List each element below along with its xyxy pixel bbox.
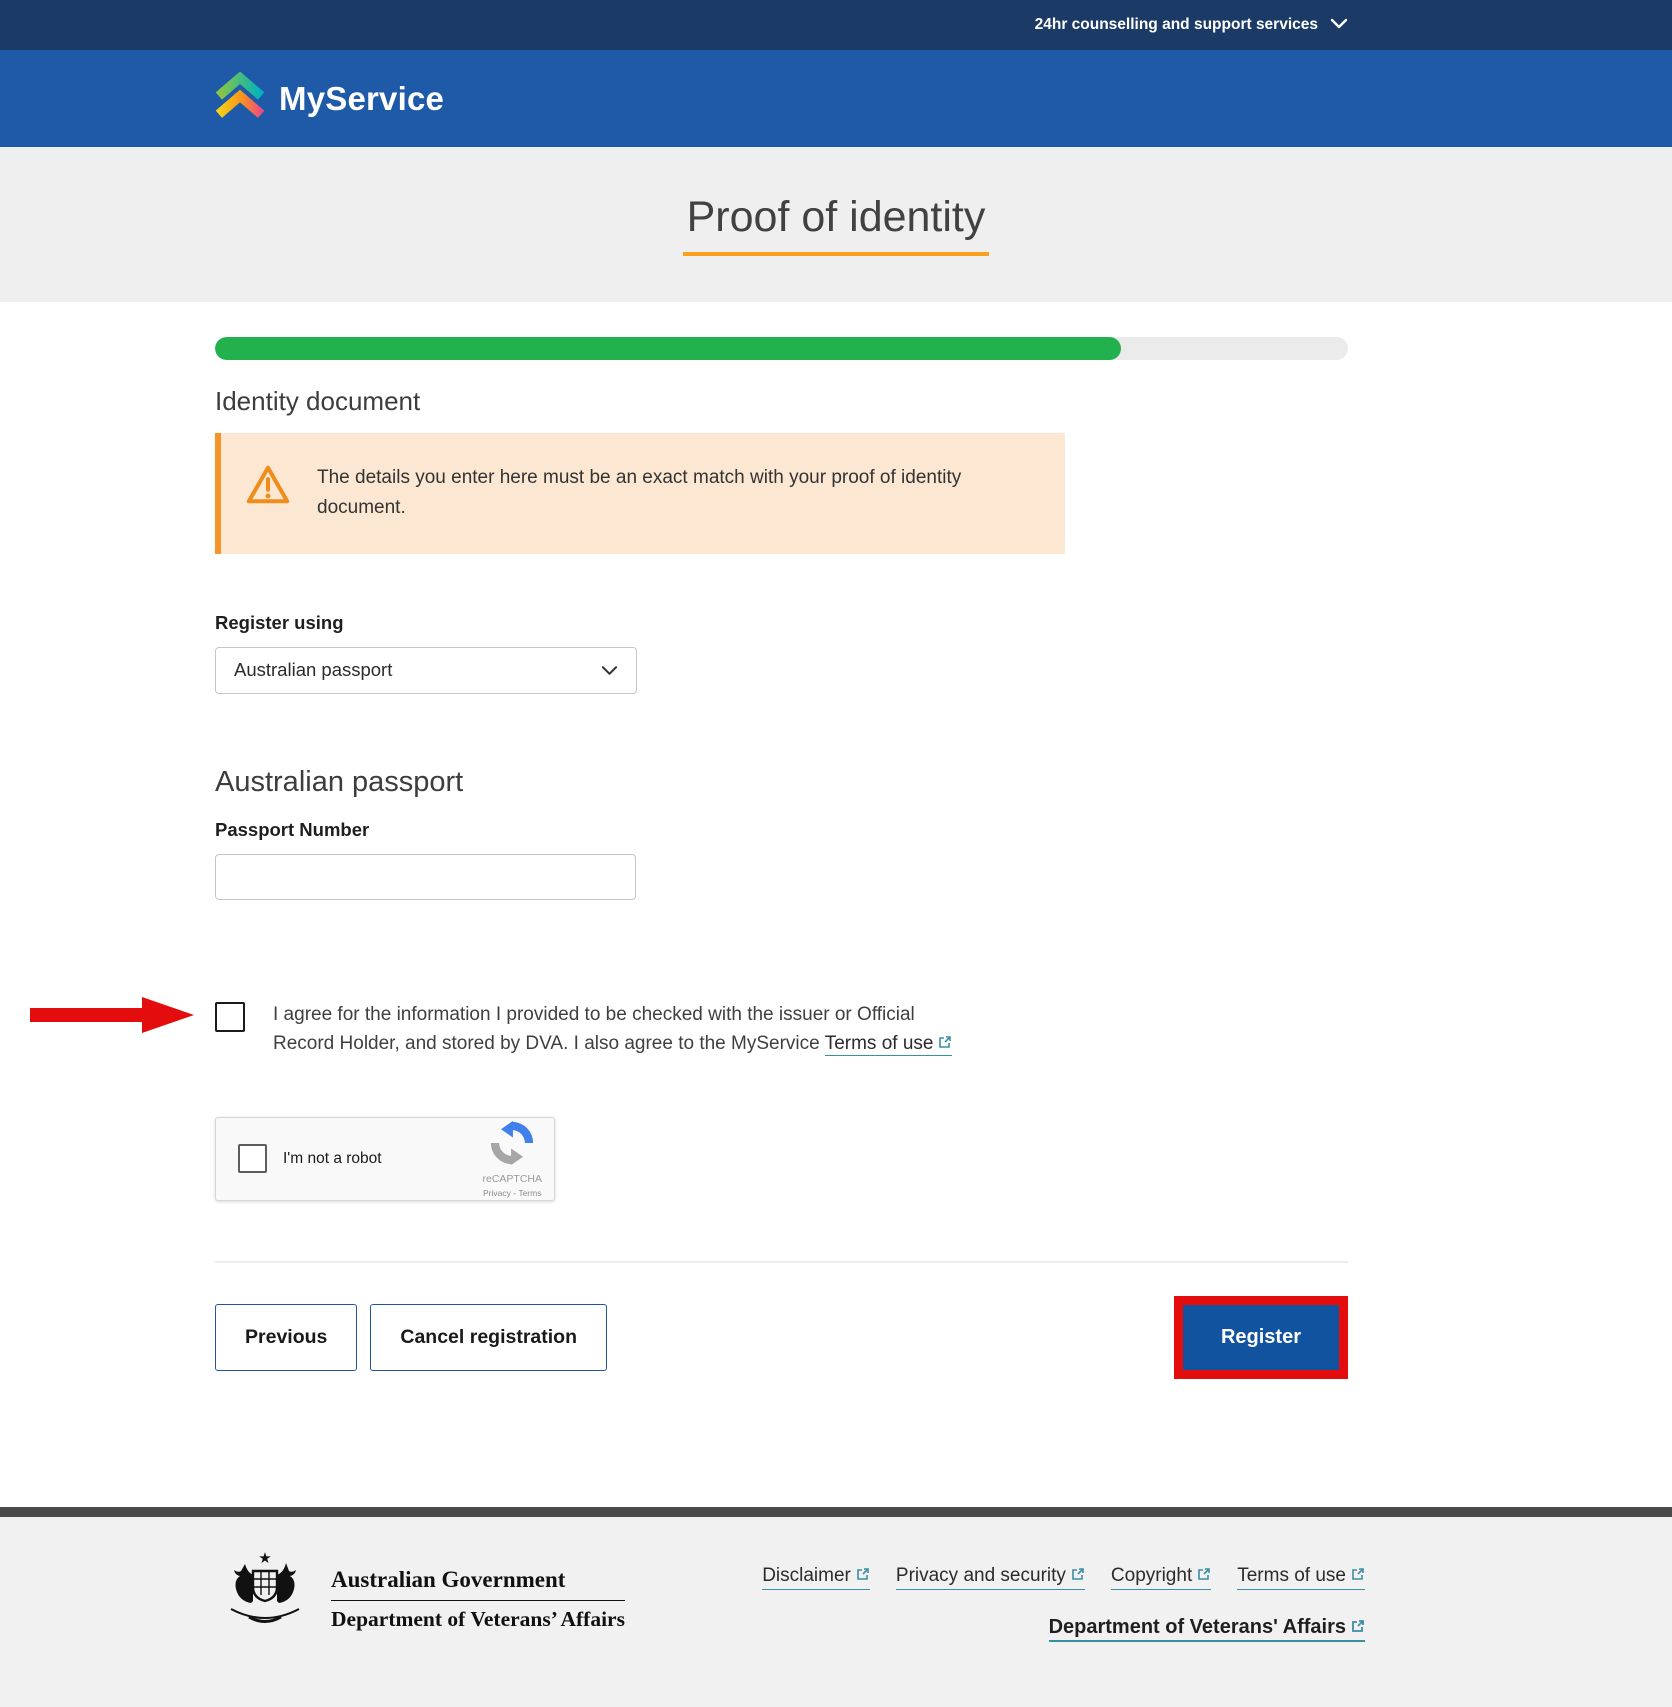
- external-link-icon: [1197, 1565, 1211, 1586]
- page-title: Proof of identity: [683, 193, 990, 256]
- svg-text:★: ★: [258, 1550, 271, 1567]
- recaptcha-label: I'm not a robot: [283, 1150, 482, 1168]
- previous-button[interactable]: Previous: [215, 1304, 357, 1371]
- coat-of-arms-icon: ★: [215, 1543, 315, 1656]
- register-using-select[interactable]: Australian passport: [215, 647, 637, 694]
- terms-of-use-footer-link[interactable]: Terms of use: [1237, 1565, 1365, 1590]
- terms-of-use-link[interactable]: Terms of use: [825, 1033, 953, 1056]
- recaptcha-terms-link[interactable]: Terms: [518, 1188, 541, 1198]
- passport-number-input[interactable]: [215, 854, 636, 900]
- identity-document-heading: Identity document: [215, 386, 1348, 417]
- recaptcha-brand-name: reCAPTCHA: [482, 1173, 542, 1185]
- top-bar: 24hr counselling and support services: [0, 0, 1672, 50]
- chevron-down-icon: [1330, 16, 1348, 34]
- cancel-registration-button[interactable]: Cancel registration: [370, 1304, 607, 1371]
- register-using-label: Register using: [215, 612, 1348, 634]
- passport-number-label: Passport Number: [215, 819, 1348, 841]
- dva-label: Department of Veterans’ Affairs: [331, 1601, 625, 1632]
- recaptcha-branding: reCAPTCHA Privacy - Terms: [482, 1120, 542, 1198]
- external-link-icon: [938, 1033, 952, 1054]
- section-divider: [215, 1261, 1348, 1263]
- support-services-label: 24hr counselling and support services: [1035, 16, 1318, 34]
- footer-divider-bar: [0, 1507, 1672, 1517]
- chevron-down-icon: [601, 659, 618, 681]
- footer-links: Disclaimer Privacy and security Copyrigh…: [762, 1543, 1365, 1656]
- main-content: Identity document The details you enter …: [215, 337, 1348, 1507]
- external-link-icon: [1351, 1616, 1365, 1638]
- recaptcha-checkbox[interactable]: [238, 1144, 267, 1173]
- warning-icon: [245, 463, 291, 524]
- privacy-and-security-link[interactable]: Privacy and security: [896, 1565, 1085, 1590]
- recaptcha-policy: Privacy - Terms: [483, 1188, 541, 1198]
- agreement-text: I agree for the information I provided t…: [273, 1000, 973, 1059]
- warning-text: The details you enter here must be an ex…: [317, 463, 1017, 524]
- external-link-icon: [1351, 1565, 1365, 1586]
- register-using-selected-value: Australian passport: [234, 659, 392, 681]
- australian-government-brand: ★ Australian Government Department of Ve…: [215, 1543, 625, 1656]
- recaptcha-logo-icon: [489, 1120, 535, 1171]
- myservice-home-link[interactable]: MyService: [215, 72, 444, 125]
- annotation-arrow-icon: [30, 996, 196, 1039]
- register-button[interactable]: Register: [1183, 1305, 1339, 1370]
- copyright-link[interactable]: Copyright: [1111, 1565, 1211, 1590]
- myservice-logo-icon: [215, 72, 265, 125]
- recaptcha-widget: I'm not a robot reCAPTCHA Privacy - Term…: [215, 1117, 555, 1201]
- progress-bar: [215, 337, 1348, 360]
- external-link-icon: [856, 1565, 870, 1586]
- agreement-checkbox[interactable]: [215, 1002, 245, 1032]
- form-actions: Previous Cancel registration Register: [215, 1296, 1348, 1379]
- passport-section-heading: Australian passport: [215, 766, 1348, 799]
- recaptcha-privacy-link[interactable]: Privacy: [483, 1188, 511, 1198]
- disclaimer-link[interactable]: Disclaimer: [762, 1565, 870, 1590]
- support-services-menu[interactable]: 24hr counselling and support services: [1035, 16, 1348, 34]
- page-title-band: Proof of identity: [0, 147, 1672, 302]
- external-link-icon: [1071, 1565, 1085, 1586]
- footer: ★ Australian Government Department of Ve…: [0, 1517, 1672, 1707]
- agreement-row: I agree for the information I provided t…: [215, 1000, 1348, 1059]
- dva-footer-link[interactable]: Department of Veterans' Affairs: [1049, 1616, 1365, 1642]
- progress-bar-fill: [215, 337, 1121, 360]
- site-header: MyService: [0, 50, 1672, 147]
- warning-banner: The details you enter here must be an ex…: [215, 433, 1065, 554]
- brand-name: MyService: [279, 80, 444, 118]
- australian-government-label: Australian Government: [331, 1567, 625, 1601]
- register-highlight-annotation: Register: [1174, 1296, 1348, 1379]
